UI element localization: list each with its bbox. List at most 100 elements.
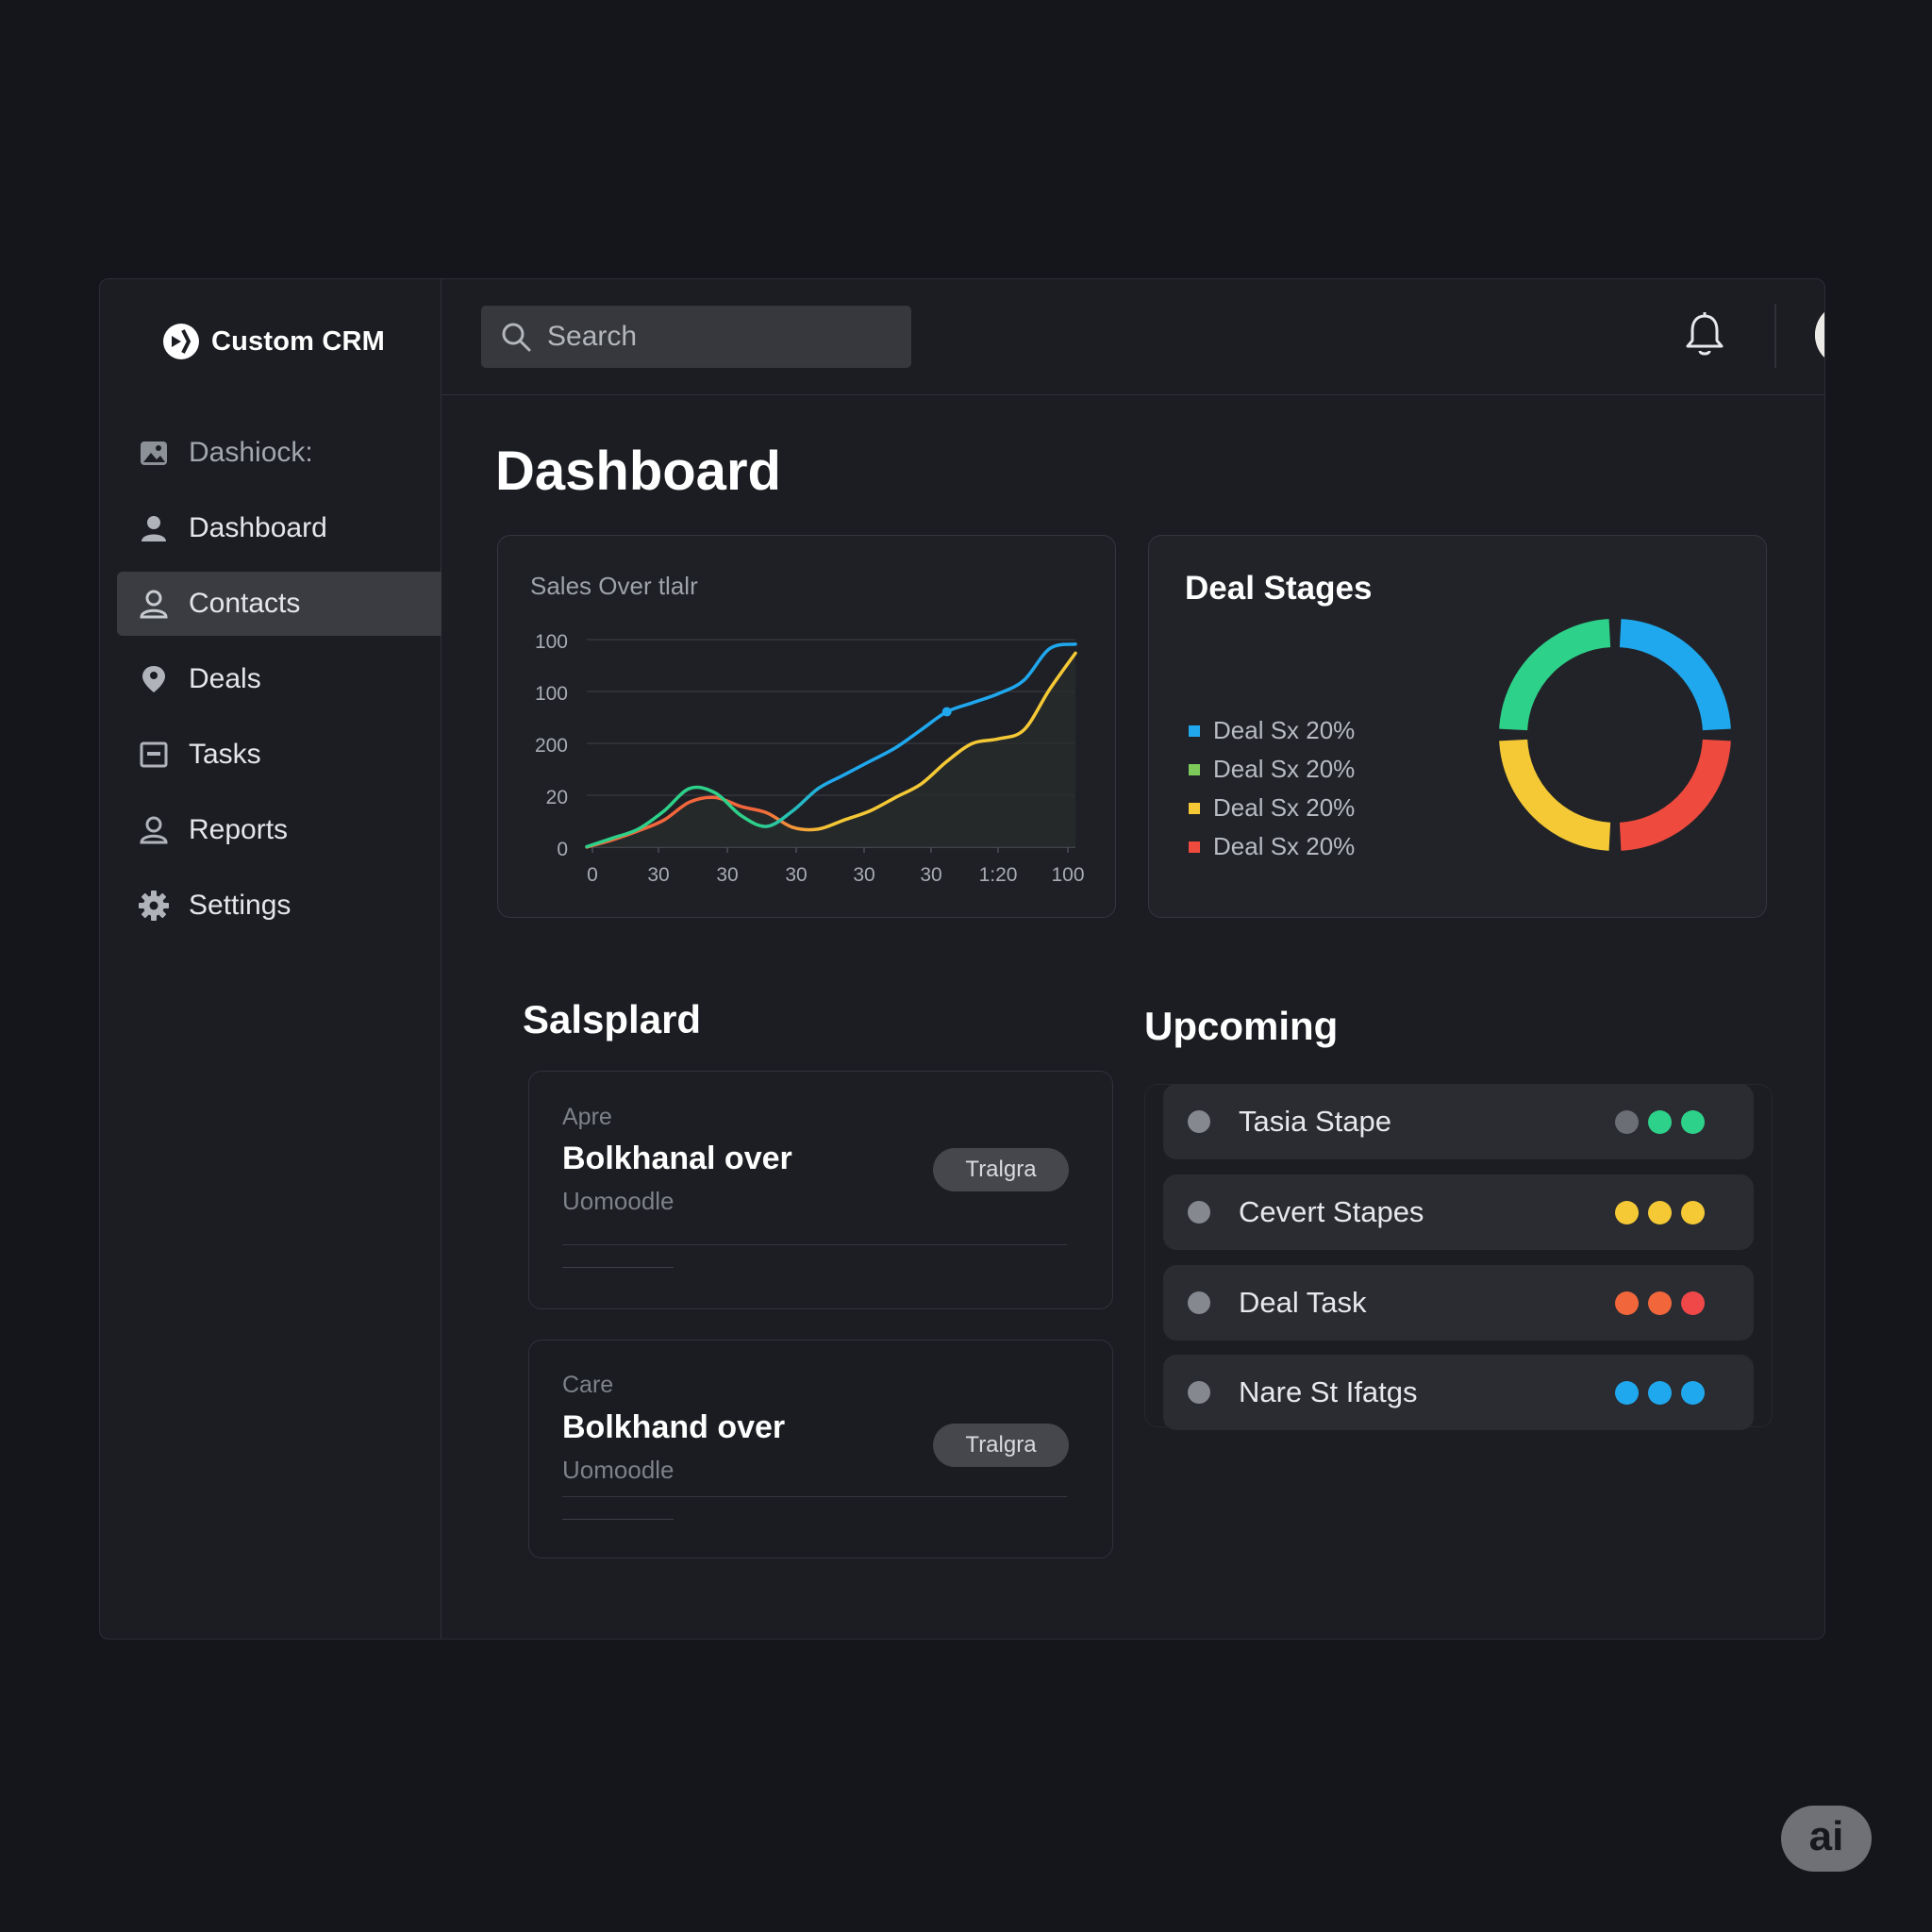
sidebar-item-label: Contacts [189, 588, 301, 619]
search-box[interactable] [481, 306, 911, 368]
upcoming-label: Tasia Stape [1239, 1105, 1391, 1138]
status-dot [1188, 1381, 1210, 1404]
sidebar-item-label: Deals [189, 663, 261, 694]
x-tick-label: 30 [853, 864, 874, 886]
app-window: Custom CRM Dashiock: Dashboard Contacts … [99, 278, 1825, 1640]
user-icon [142, 516, 166, 541]
upcoming-section-title: Upcoming [1144, 1004, 1339, 1048]
dot [1648, 1380, 1672, 1405]
image-icon [141, 441, 167, 465]
avatar[interactable] [1815, 303, 1824, 367]
sidebar-item-label: Dashboard [189, 512, 327, 543]
more-dots-icon[interactable] [1615, 1380, 1705, 1405]
dot [1615, 1380, 1639, 1405]
sidebar-item-tasks[interactable]: Tasks [117, 723, 441, 787]
dot [1681, 1380, 1705, 1405]
sales-chart-card: Sales Over tlalr 100 100 200 20 0 0 30 30 30 30 30… [497, 535, 1116, 918]
upcoming-item[interactable]: Cevert Stapes [1163, 1174, 1754, 1250]
sidebar-item-deals[interactable]: Deals [117, 647, 441, 711]
deal-title: Bolkhanal over [562, 1141, 792, 1176]
task-box-icon [140, 741, 168, 768]
upcoming-item[interactable]: Nare St Ifatgs [1163, 1355, 1754, 1430]
divider [562, 1267, 674, 1268]
topbar-divider [1774, 304, 1776, 368]
sidebar-item-label: Settings [189, 890, 291, 921]
dot [1615, 1291, 1639, 1315]
app-name: Custom CRM [211, 325, 386, 357]
search-icon [502, 323, 531, 352]
sales-line-chart: 1001002002000 30 30 30 30 30 1:20 100 [535, 631, 1085, 886]
ai-badge[interactable]: ai [1781, 1806, 1872, 1872]
users-icon [140, 816, 168, 844]
sidebar-nav: Dashiock: Dashboard Contacts Deals Tasks… [117, 421, 441, 949]
search-input[interactable] [547, 321, 887, 353]
upcoming-label: Nare St Ifatgs [1239, 1375, 1418, 1408]
y-tick-label: 0 [557, 839, 568, 860]
sidebar-item-label: Dashiock: [189, 437, 313, 468]
y-tick-label: 100 [535, 683, 568, 705]
sidebar-item-settings[interactable]: Settings [117, 874, 441, 938]
avatar-image [1815, 303, 1824, 367]
upcoming-label: Cevert Stapes [1239, 1195, 1424, 1228]
dot [1615, 1200, 1639, 1224]
y-tick-label: 200 [535, 735, 568, 757]
dot [1681, 1291, 1705, 1315]
sidebar-item-dashiock[interactable]: Dashiock: [117, 421, 441, 485]
x-tick-label: 100 [1051, 864, 1084, 886]
deal-stage-pill[interactable]: Tralgra [933, 1148, 1069, 1191]
sidebar-item-label: Tasks [189, 739, 261, 770]
deal-eyebrow: Care [562, 1372, 614, 1398]
x-tick-label: 30 [920, 864, 941, 886]
area-fill [587, 653, 1075, 847]
bell-icon[interactable] [1684, 311, 1725, 358]
dot [1648, 1291, 1672, 1315]
deal-eyebrow: Apre [562, 1104, 612, 1130]
deal-stage-pill[interactable]: Tralgra [933, 1424, 1069, 1467]
y-tick-label: 100 [535, 631, 568, 653]
y-tick-label: 20 [546, 787, 568, 808]
logo-icon [163, 324, 199, 359]
upcoming-label: Deal Task [1239, 1286, 1367, 1319]
donut-slice [1499, 619, 1611, 731]
deal-stages-donut [1499, 619, 1731, 851]
gear-icon [139, 891, 169, 921]
donut-slice [1619, 619, 1731, 731]
x-tick-label: 30 [647, 864, 669, 886]
dot [1681, 1109, 1705, 1134]
deal-title: Bolkhand over [562, 1409, 786, 1445]
more-dots-icon[interactable] [1615, 1109, 1705, 1134]
x-tick-label: 30 [785, 864, 807, 886]
divider [562, 1496, 1067, 1497]
x-tick-label: 30 [716, 864, 738, 886]
more-dots-icon[interactable] [1615, 1291, 1705, 1315]
upcoming-item[interactable]: Tasia Stape [1163, 1084, 1754, 1159]
deal-card[interactable]: Care Bolkhand over Uomoodle Tralgra [528, 1340, 1113, 1558]
sidebar-item-reports[interactable]: Reports [117, 798, 441, 862]
divider [562, 1244, 1067, 1245]
divider [562, 1519, 674, 1520]
sidebar-item-dashboard[interactable]: Dashboard [117, 496, 441, 560]
status-dot [1188, 1291, 1210, 1314]
upcoming-item[interactable]: Deal Task [1163, 1265, 1754, 1341]
deal-card[interactable]: Apre Bolkhanal over Uomoodle Tralgra [528, 1071, 1113, 1309]
data-point [941, 707, 952, 717]
sidebar-item-contacts[interactable]: Contacts [117, 572, 441, 636]
brand[interactable]: Custom CRM [162, 323, 385, 360]
x-tick-label: 0 [587, 864, 598, 886]
deal-subtitle: Uomoodle [562, 1456, 675, 1484]
dot [1648, 1109, 1672, 1134]
donut-slice [1619, 739, 1731, 851]
deal-subtitle: Uomoodle [562, 1187, 675, 1215]
status-dot [1188, 1110, 1210, 1133]
sidebar-item-label: Reports [189, 814, 289, 845]
sidebar: Custom CRM Dashiock: Dashboard Contacts … [100, 279, 441, 1639]
top-bar [441, 279, 1824, 395]
deal-stages-card: Deal Stages Deal Sx 20% Deal Sx 20% Deal… [1148, 535, 1767, 918]
dot [1681, 1200, 1705, 1224]
status-dot [1188, 1201, 1210, 1224]
location-pin-icon [142, 666, 165, 692]
more-dots-icon[interactable] [1615, 1200, 1705, 1224]
page-title: Dashboard [495, 441, 781, 502]
dot [1615, 1109, 1639, 1134]
pipeline-section-title: Salsplard [523, 997, 702, 1041]
